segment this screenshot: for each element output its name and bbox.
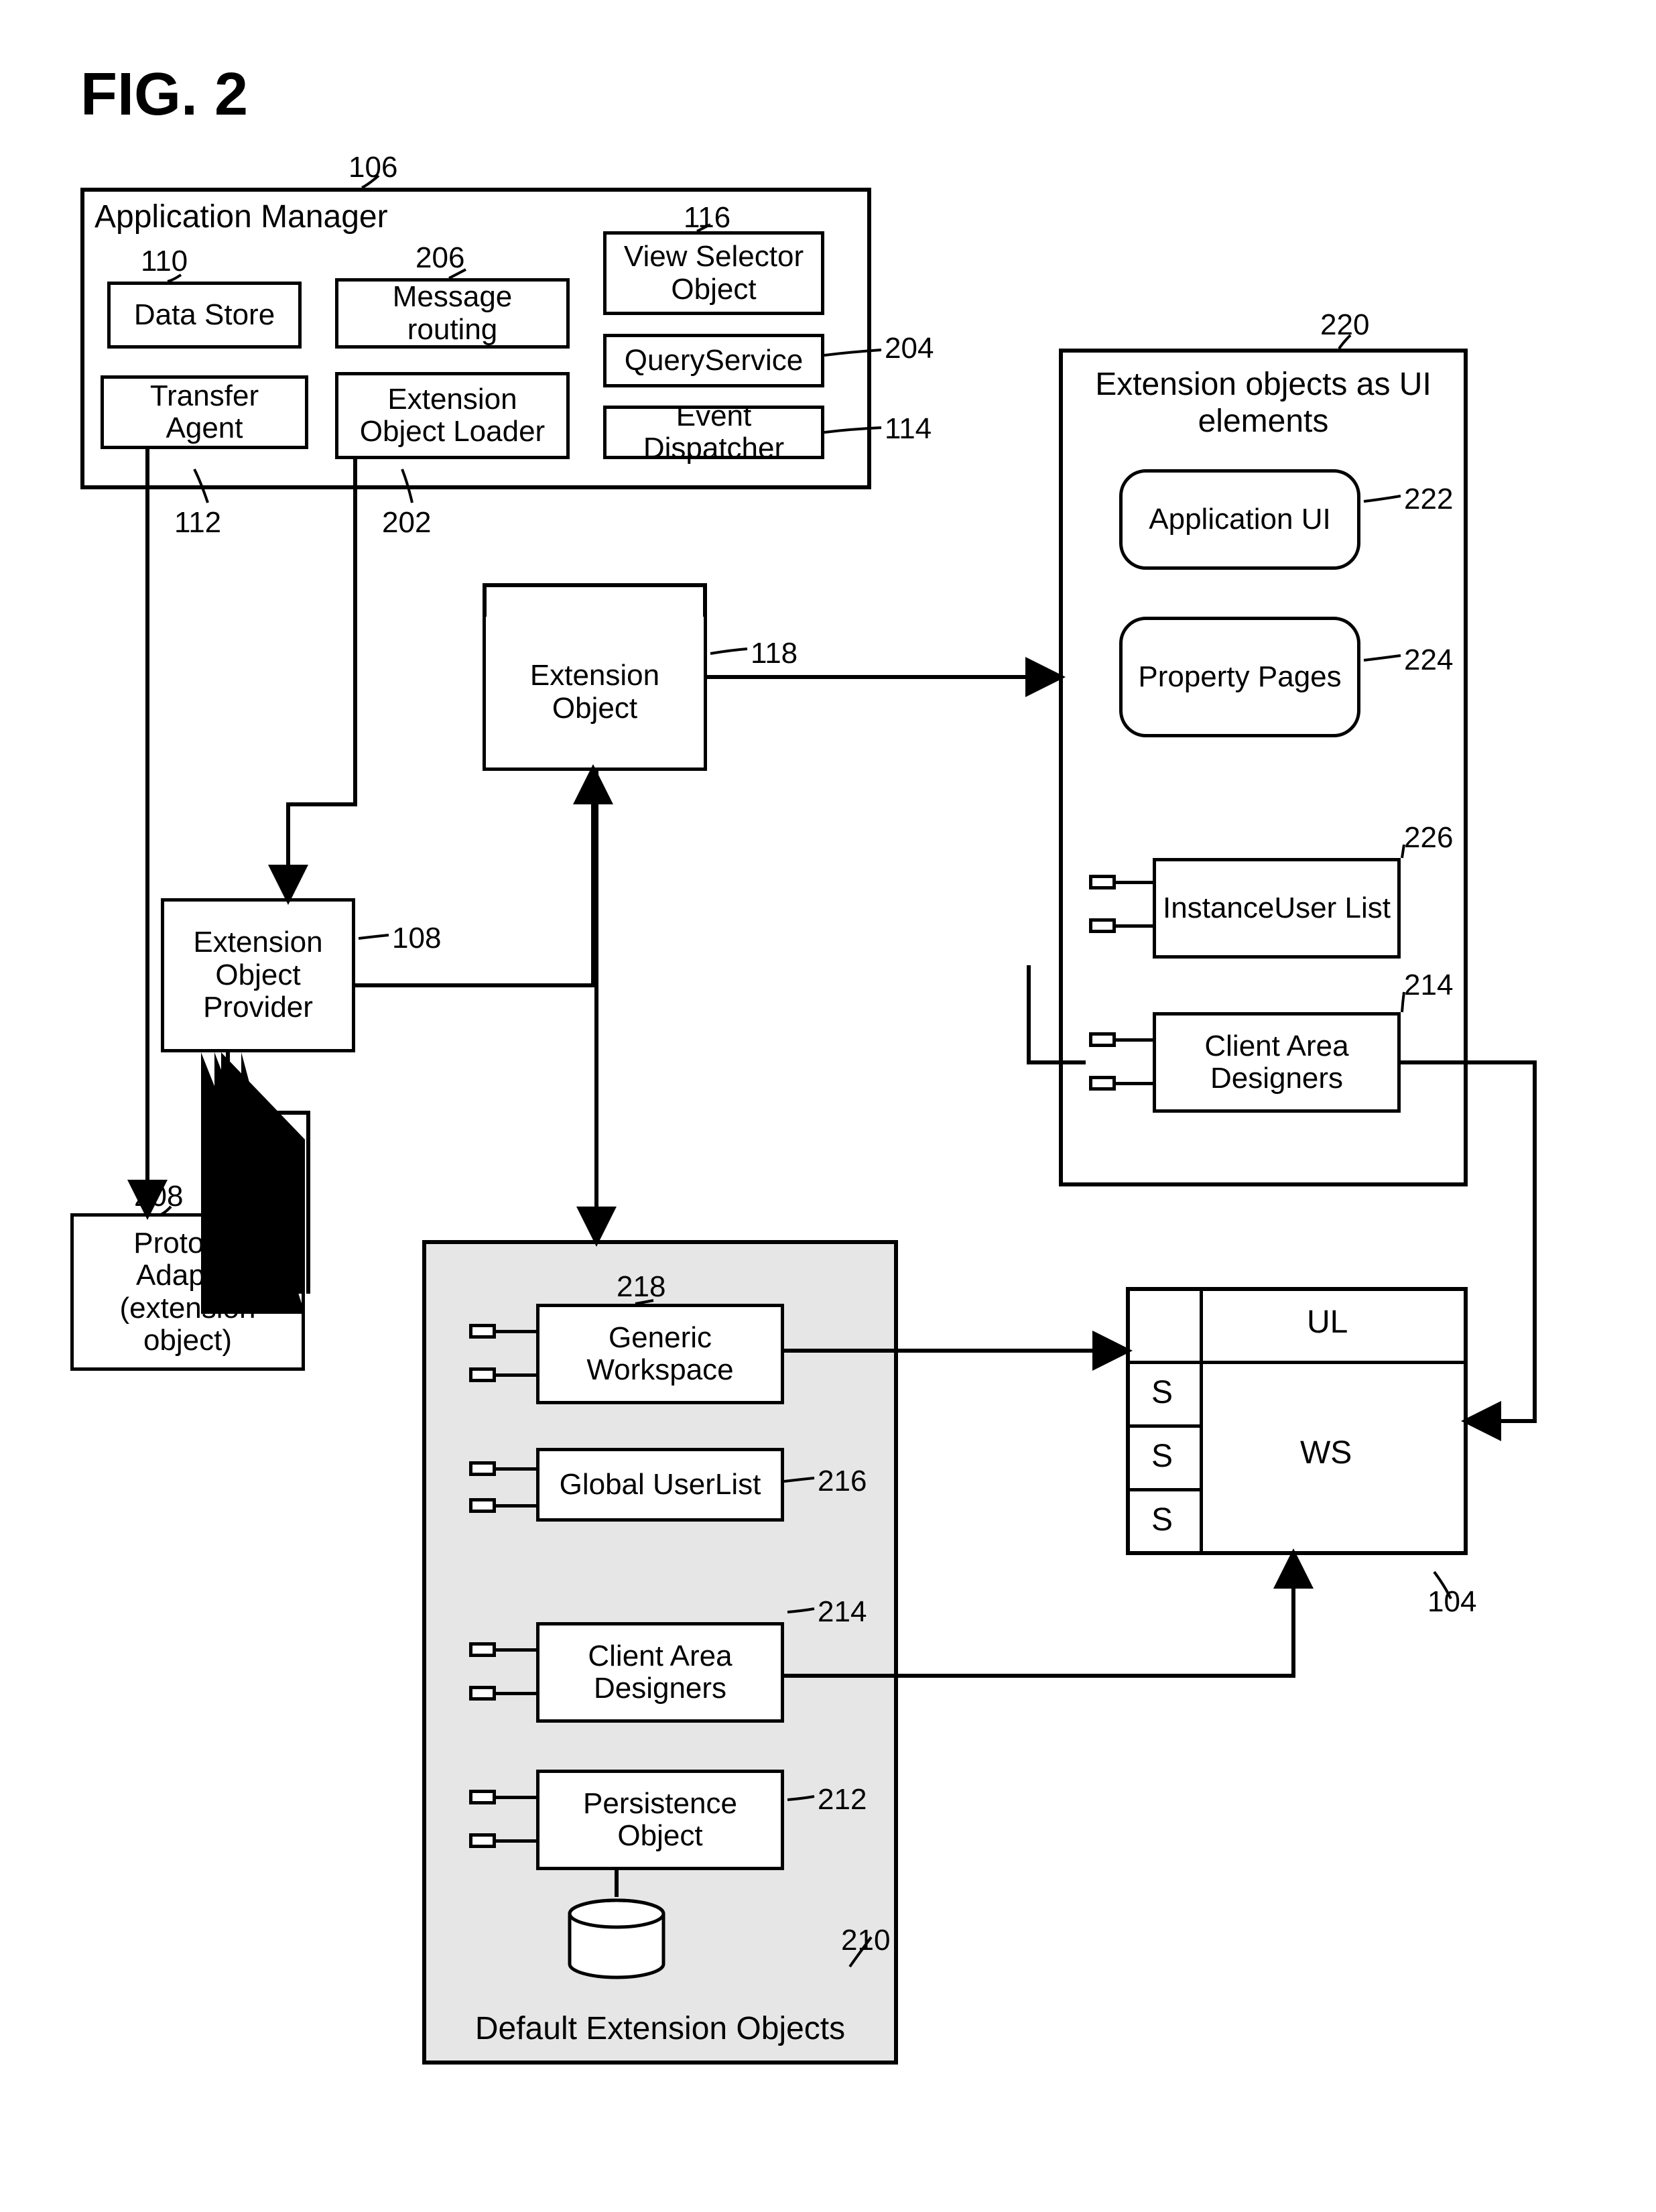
main-window [1126, 1287, 1468, 1555]
plug-bar [496, 1648, 536, 1652]
event-dispatcher-label: Event Dispatcher [612, 400, 816, 465]
client-area-designers-default-label: Client Area Designers [545, 1640, 775, 1705]
plug-bar [1116, 1038, 1153, 1042]
persistence-object-label: Persistence Object [545, 1788, 775, 1853]
num-106: 106 [348, 151, 397, 184]
plug-icon [1089, 1076, 1116, 1091]
plug-icon [469, 1790, 496, 1804]
num-222: 222 [1404, 483, 1453, 516]
plug-icon [469, 1686, 496, 1701]
global-userlist-box: Global UserList [536, 1448, 784, 1522]
plug-icon [469, 1833, 496, 1848]
mw-srow [1126, 1424, 1203, 1428]
generic-workspace-label: Generic Workspace [545, 1322, 775, 1387]
cylinder-icon [563, 1897, 670, 1984]
protocol-adapter-label: Protocol Adapter (extension object) [79, 1227, 296, 1357]
client-area-designers-default-box: Client Area Designers [536, 1622, 784, 1723]
ul-label: UL [1307, 1304, 1348, 1341]
ui-elements-title: Extension objects as UI elements [1063, 366, 1464, 440]
view-selector-label: View Selector Object [612, 241, 816, 306]
plug-bar [496, 1796, 536, 1799]
extension-object-box: Extension Object [483, 617, 707, 771]
ext-provider-box: Extension Object Provider [161, 898, 355, 1052]
num-216: 216 [818, 1465, 867, 1498]
default-ext-title: Default Extension Objects [426, 2010, 894, 2047]
num-202: 202 [382, 506, 431, 540]
client-area-designers-ui-label: Client Area Designers [1161, 1030, 1392, 1095]
property-pages-label: Property Pages [1138, 661, 1341, 693]
plug-bar [496, 1467, 536, 1471]
data-store-box: Data Store [107, 282, 302, 349]
message-routing-label: Message routing [344, 281, 561, 346]
num-112: 112 [174, 506, 221, 540]
ext-loader-box: Extension Object Loader [335, 372, 570, 459]
ext-loader-label: Extension Object Loader [344, 383, 561, 448]
mw-hline [1126, 1361, 1468, 1364]
num-212: 212 [818, 1783, 867, 1817]
figure-title: FIG. 2 [80, 60, 248, 129]
plug-bar [1116, 924, 1153, 928]
num-114: 114 [885, 412, 932, 446]
persistence-object-box: Persistence Object [536, 1770, 784, 1870]
plug-bar [496, 1330, 536, 1333]
application-ui-label: Application UI [1149, 503, 1330, 536]
s-label-3: S [1151, 1501, 1173, 1538]
num-226: 226 [1404, 821, 1453, 855]
num-110: 110 [141, 245, 188, 278]
mw-srow [1126, 1488, 1203, 1491]
plug-icon [469, 1461, 496, 1476]
plug-icon [1089, 1032, 1116, 1047]
num-104: 104 [1427, 1585, 1476, 1619]
page: FIG. 2 106 Application Manager 110 Data … [0, 0, 1656, 2212]
extension-object-label: Extension Object [491, 660, 698, 725]
ws-label: WS [1300, 1434, 1352, 1471]
protocol-adapter-box: Protocol Adapter (extension object) [70, 1213, 305, 1371]
num-220: 220 [1320, 308, 1369, 342]
instance-user-list-label: InstanceUser List [1163, 892, 1391, 924]
num-214-default: 214 [818, 1595, 867, 1629]
query-service-label: QueryService [625, 345, 804, 377]
s-label-2: S [1151, 1438, 1173, 1475]
query-service-box: QueryService [603, 334, 824, 387]
plug-icon [1089, 918, 1116, 933]
plug-icon [1089, 875, 1116, 889]
plug-icon [469, 1367, 496, 1382]
generic-workspace-box: Generic Workspace [536, 1304, 784, 1404]
num-210: 210 [841, 1924, 890, 1957]
message-routing-box: Message routing [335, 278, 570, 349]
plug-bar [496, 1839, 536, 1843]
global-userlist-label: Global UserList [560, 1469, 761, 1501]
plug-bar [1116, 881, 1153, 884]
s-label-1: S [1151, 1374, 1173, 1411]
application-manager-title: Application Manager [94, 198, 388, 235]
plug-icon [469, 1498, 496, 1513]
num-118: 118 [751, 637, 798, 670]
data-store-label: Data Store [134, 299, 275, 331]
event-dispatcher-box: Event Dispatcher [603, 406, 824, 459]
plug-bar [1116, 1082, 1153, 1085]
plug-bar [496, 1692, 536, 1695]
mw-vline [1200, 1287, 1203, 1555]
transfer-agent-box: Transfer Agent [101, 375, 308, 449]
application-ui-box: Application UI [1119, 469, 1360, 570]
num-108: 108 [392, 922, 441, 955]
num-208: 208 [134, 1180, 183, 1213]
property-pages-box: Property Pages [1119, 617, 1360, 737]
plug-icon [469, 1324, 496, 1339]
plug-bar [496, 1504, 536, 1508]
instance-user-list-box: InstanceUser List [1153, 858, 1401, 959]
num-214-ui: 214 [1404, 969, 1453, 1002]
plug-icon [469, 1642, 496, 1657]
view-selector-box: View Selector Object [603, 231, 824, 315]
num-116: 116 [684, 201, 730, 235]
plug-bar [496, 1373, 536, 1377]
transfer-agent-label: Transfer Agent [109, 380, 300, 445]
num-224: 224 [1404, 643, 1453, 677]
ext-provider-label: Extension Object Provider [170, 926, 346, 1024]
num-218: 218 [617, 1270, 665, 1304]
num-206: 206 [416, 241, 464, 275]
client-area-designers-ui-box: Client Area Designers [1153, 1012, 1401, 1113]
num-204: 204 [885, 332, 934, 365]
